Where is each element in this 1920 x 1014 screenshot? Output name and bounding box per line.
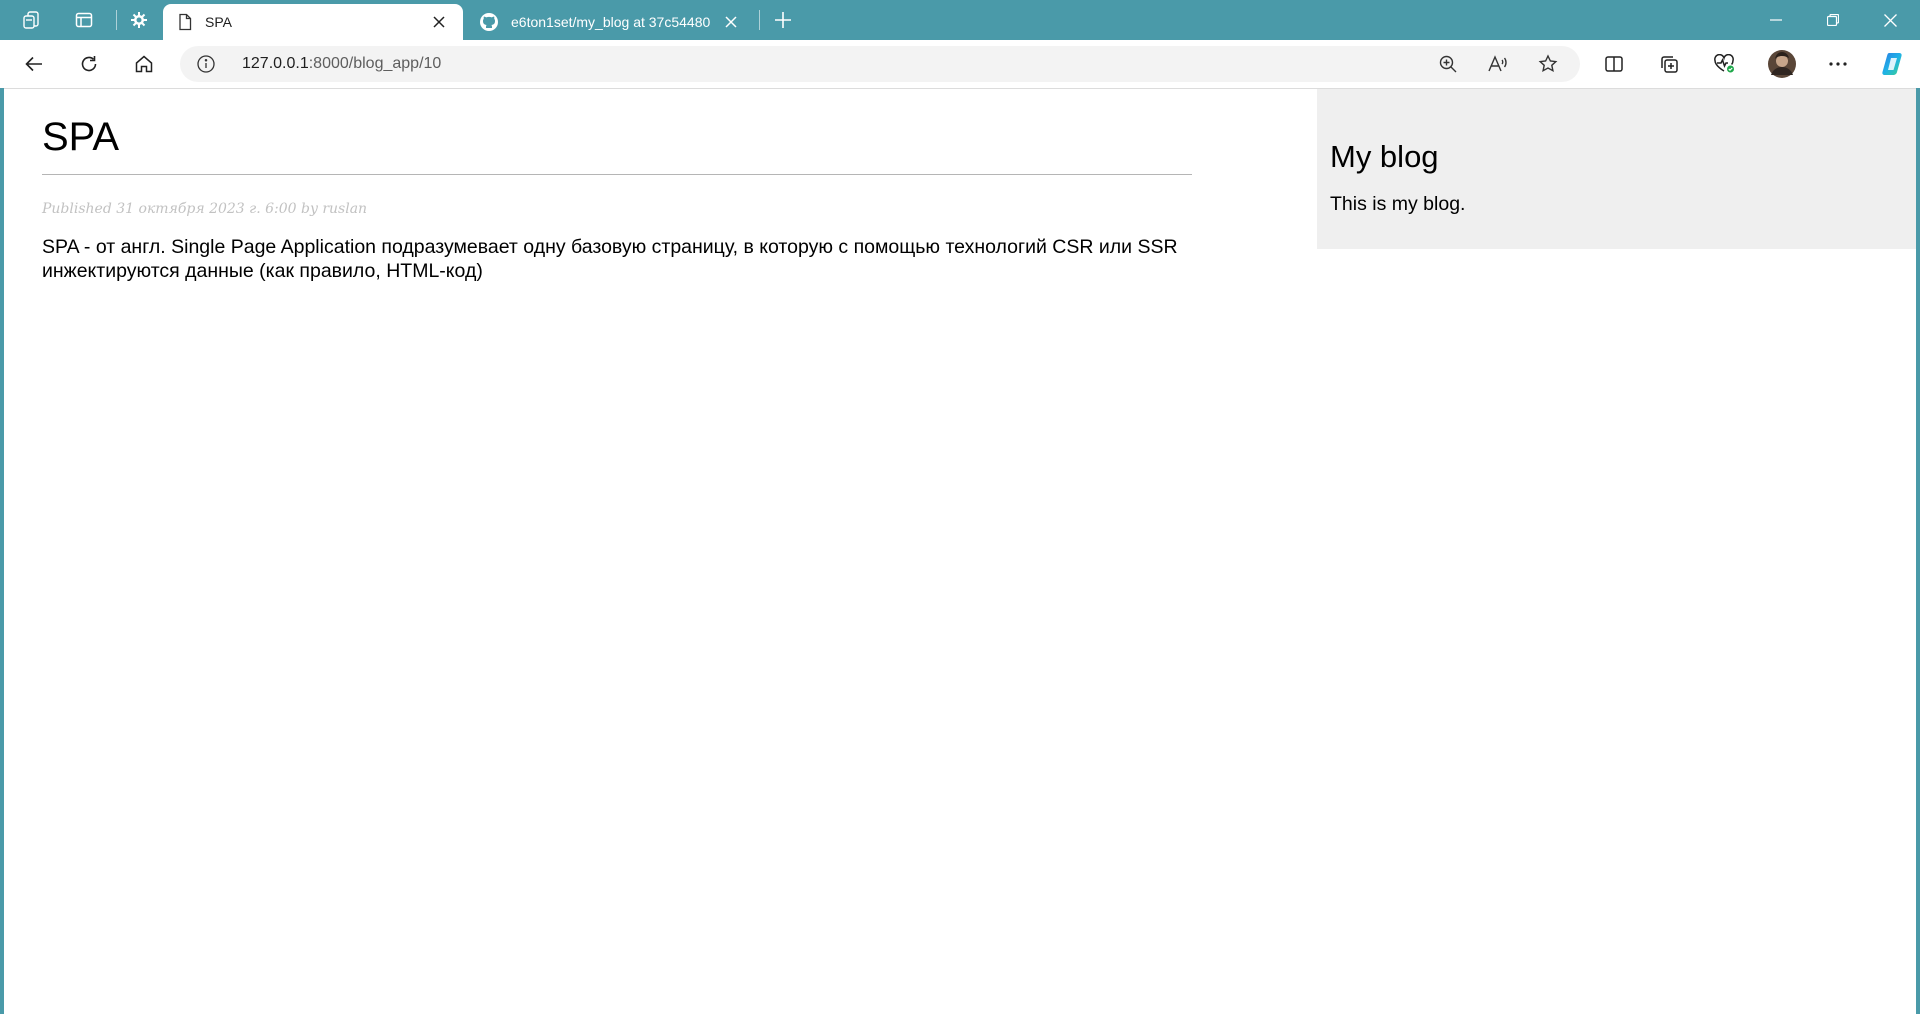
copilot-icon[interactable] [1875, 48, 1911, 80]
restore-icon[interactable] [1805, 0, 1861, 40]
tab-actions-icon[interactable] [66, 4, 102, 36]
github-icon [479, 12, 499, 32]
tab-title: SPA [205, 14, 232, 30]
post-title: SPA [42, 115, 1192, 175]
favorite-star-icon[interactable] [1534, 52, 1562, 76]
info-icon[interactable] [196, 54, 216, 74]
home-icon[interactable] [126, 48, 162, 80]
extension-icon[interactable] [121, 4, 157, 36]
browser-essentials-icon[interactable] [1706, 48, 1742, 80]
post-body: SPA - от англ. Single Page Application п… [42, 236, 1178, 282]
tab-separator [116, 10, 117, 30]
url-host: 127.0.0.1 [242, 55, 309, 72]
url-text[interactable]: 127.0.0.1:8000/blog_app/10 [242, 55, 441, 73]
refresh-icon[interactable] [71, 48, 107, 80]
blog-post: SPA Published 31 октября 2023 г. 6:00 by… [42, 89, 1192, 283]
tab-github[interactable]: e6ton1set/my_blog at 37c54480 [465, 4, 755, 40]
back-icon[interactable] [16, 48, 52, 80]
close-tab-icon[interactable] [429, 12, 449, 32]
collections-icon[interactable] [1651, 48, 1687, 80]
tab-separator [759, 10, 760, 30]
tab-spa[interactable]: SPA [163, 4, 463, 40]
sidebar-heading: My blog [1330, 139, 1439, 174]
new-tab-icon[interactable] [765, 4, 801, 36]
close-tab-icon[interactable] [721, 12, 741, 32]
sidebar: My blog This is my blog. [1317, 89, 1916, 249]
tab-title: e6ton1set/my_blog at 37c54480 [511, 14, 711, 30]
close-window-icon[interactable] [1862, 0, 1918, 40]
page-icon [177, 13, 193, 31]
split-screen-icon[interactable] [1596, 48, 1632, 80]
url-path: :8000/blog_app/10 [308, 55, 442, 72]
read-aloud-icon[interactable] [1484, 52, 1512, 76]
post-meta: Published 31 октября 2023 г. 6:00 by rus… [42, 201, 368, 217]
workspaces-icon[interactable] [14, 4, 50, 36]
address-bar[interactable]: 127.0.0.1:8000/blog_app/10 [180, 46, 1580, 82]
browser-toolbar: 127.0.0.1:8000/blog_app/10 [0, 40, 1920, 88]
minimize-icon[interactable] [1748, 0, 1804, 40]
tab-strip: SPA e6ton1set/my_blog at 37c54480 [0, 0, 1920, 40]
page-viewport: SPA Published 31 октября 2023 г. 6:00 by… [4, 88, 1916, 1014]
zoom-icon[interactable] [1434, 52, 1462, 76]
more-icon[interactable] [1820, 48, 1856, 80]
sidebar-text: This is my blog. [1330, 193, 1466, 215]
profile-avatar[interactable] [1764, 48, 1800, 80]
